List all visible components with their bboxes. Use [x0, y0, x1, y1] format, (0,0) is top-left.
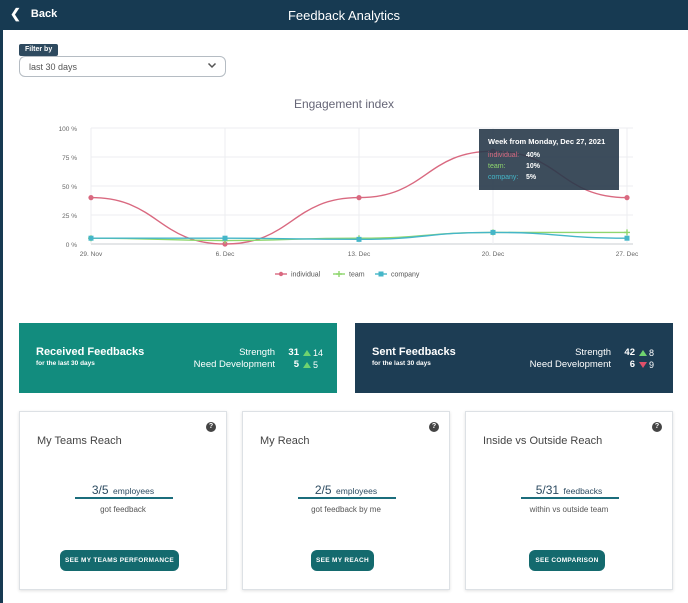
see-my-reach-button[interactable]: SEE MY REACH	[311, 550, 374, 571]
metric-value: 5/31	[535, 483, 560, 497]
data-point-individual	[88, 195, 94, 201]
y-tick-label: 0 %	[66, 242, 77, 249]
strength-label: Strength	[575, 347, 611, 358]
see-comparison-button[interactable]: SEE COMPARISON	[529, 550, 605, 571]
received-strength-row: Strength 31 14	[239, 347, 323, 358]
metric-caption: within vs outside team	[529, 505, 609, 514]
strength-delta: 8	[639, 348, 659, 358]
y-tick-label: 100 %	[59, 126, 78, 133]
trend-up-icon	[303, 349, 311, 356]
page-title: Feedback Analytics	[287, 8, 400, 23]
metric-value: 2/5	[314, 483, 332, 497]
need-development-label: Need Development	[193, 359, 275, 370]
metric-unit: employees	[336, 486, 378, 496]
sent-strength-row: Strength 42 8	[575, 347, 659, 358]
need-development-delta: 9	[639, 360, 659, 370]
x-tick-label: 27. Dec	[616, 251, 639, 258]
sent-need-development-row: Need Development 6 9	[530, 359, 659, 370]
x-tick-label: 20. Dec	[482, 251, 505, 258]
filter-dropdown[interactable]: last 30 days	[19, 56, 226, 77]
chevron-down-icon	[207, 62, 217, 69]
card-title: Inside vs Outside Reach	[483, 435, 603, 447]
card-my-reach: My Reach ? 2/5 employees got feedback by…	[242, 411, 450, 590]
app-header: ❮ Back Feedback Analytics	[0, 0, 688, 30]
strength-value: 42	[624, 347, 635, 358]
legend-marker	[278, 271, 284, 277]
help-icon[interactable]: ?	[206, 422, 216, 432]
data-point-company	[88, 235, 94, 241]
data-point-individual	[624, 195, 630, 201]
y-tick-label: 50 %	[62, 184, 77, 191]
strength-label: Strength	[239, 347, 275, 358]
tooltip-row-company: company: 5%	[488, 172, 610, 183]
trend-down-icon	[639, 361, 647, 368]
x-tick-label: 29. Nov	[80, 251, 103, 258]
need-development-delta-value: 9	[649, 359, 655, 370]
need-development-delta-value: 5	[313, 359, 319, 370]
x-tick-label: 13. Dec	[348, 251, 371, 258]
help-icon[interactable]: ?	[652, 422, 662, 432]
metric-value: 3/5	[91, 483, 109, 497]
card-title: My Teams Reach	[37, 435, 122, 447]
tooltip-row-team: team: 10%	[488, 161, 610, 172]
data-point-individual	[356, 195, 362, 201]
trend-up-icon	[303, 361, 311, 368]
tooltip-series-name: company:	[488, 174, 519, 181]
chart-canvas: 0 % 25 % 50 % 75 % 100 % 29. Nov 6. Dec 13. Dec…	[59, 126, 639, 279]
received-title: Received Feedbacks	[36, 346, 145, 358]
metric-unit: feedbacks	[563, 486, 603, 496]
metric-caption: got feedback by me	[311, 505, 381, 514]
strength-delta: 14	[303, 348, 323, 358]
card-title: My Reach	[260, 435, 310, 447]
legend-label: team	[349, 272, 365, 279]
strength-delta-value: 8	[649, 347, 655, 358]
metric-underline	[298, 497, 396, 499]
help-icon[interactable]: ?	[429, 422, 439, 432]
strength-delta-value: 14	[313, 347, 324, 358]
tooltip-series-value: 5%	[526, 174, 537, 181]
metric-caption: got feedback	[100, 505, 146, 514]
metric-underline	[521, 497, 619, 499]
data-point-company	[356, 236, 362, 242]
tooltip-series-value: 40%	[526, 152, 541, 159]
sent-title: Sent Feedbacks	[372, 346, 456, 358]
strength-value: 31	[288, 347, 299, 358]
y-tick-label: 75 %	[62, 155, 77, 162]
card-my-teams-reach: My Teams Reach ? 3/5 employees got feedb…	[19, 411, 227, 590]
data-point-team	[624, 229, 630, 236]
filter-selected-value: last 30 days	[29, 62, 78, 72]
legend-label: company	[391, 272, 420, 279]
tooltip-title: Week from Monday, Dec 27, 2021	[488, 137, 606, 146]
legend-marker	[378, 271, 384, 277]
sent-subtitle: for the last 30 days	[372, 360, 431, 367]
received-subtitle: for the last 30 days	[36, 360, 95, 367]
need-development-value: 5	[293, 359, 299, 370]
x-tick-label: 6. Dec	[216, 251, 236, 258]
engagement-chart: Engagement index 0 % 25 % 50 % 75 % 100 % 29.…	[0, 92, 688, 292]
data-point-company	[222, 235, 228, 241]
data-point-company	[624, 235, 630, 241]
tooltip-row-individual: individual: 40%	[488, 150, 610, 161]
filter-label: Filter by	[19, 44, 59, 56]
need-development-delta: 5	[303, 360, 323, 370]
trend-up-icon	[639, 349, 647, 356]
sent-feedbacks-panel: Sent Feedbacks for the last 30 days Stre…	[355, 323, 673, 393]
data-point-company	[490, 229, 496, 235]
tooltip-series-value: 10%	[526, 163, 541, 170]
need-development-value: 6	[629, 359, 635, 370]
card-inside-vs-outside-reach: Inside vs Outside Reach ? 5/31 feedbacks…	[465, 411, 673, 590]
metric-underline	[75, 497, 173, 499]
tooltip-series-name: team:	[488, 163, 506, 170]
legend-label: individual	[291, 272, 321, 279]
need-development-label: Need Development	[529, 359, 611, 370]
y-tick-label: 25 %	[62, 213, 77, 220]
tooltip-series-name: individual:	[488, 152, 520, 159]
legend-marker	[336, 271, 342, 277]
received-feedbacks-panel: Received Feedbacks for the last 30 days …	[19, 323, 337, 393]
chart-tooltip: Week from Monday, Dec 27, 2021 individua…	[479, 129, 619, 190]
metric-unit: employees	[113, 486, 155, 496]
see-my-teams-performance-button[interactable]: SEE MY TEAMS PERFORMANCE	[60, 550, 179, 571]
received-need-development-row: Need Development 5 5	[194, 359, 323, 370]
